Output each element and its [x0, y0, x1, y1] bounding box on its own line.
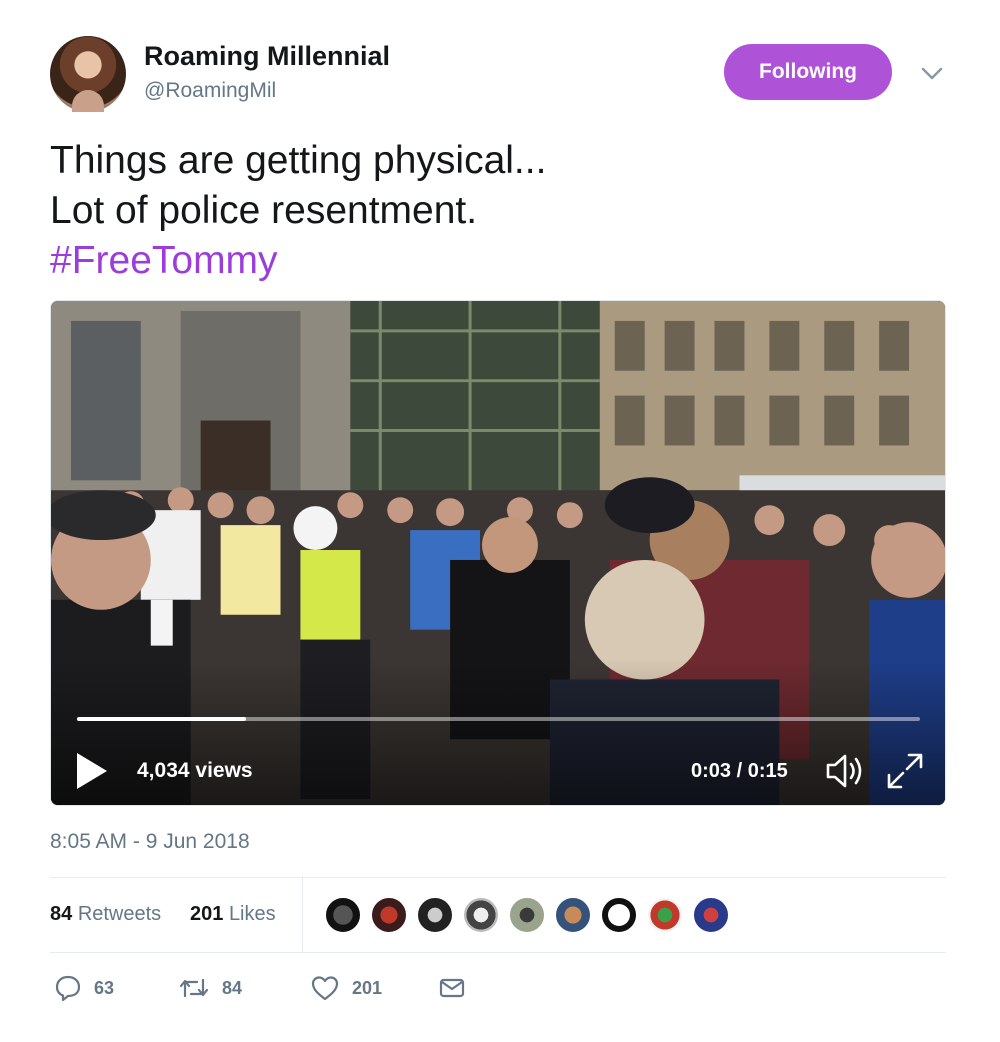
liker-avatar[interactable] — [416, 896, 454, 934]
retweet-count: 84 — [222, 977, 243, 998]
retweets-stat[interactable]: 84 Retweets — [50, 903, 161, 926]
likes-label: Likes — [228, 903, 276, 925]
like-count: 201 — [352, 977, 383, 998]
tweet-line-1: Things are getting physical... — [50, 139, 547, 182]
fullscreen-icon[interactable] — [885, 751, 925, 791]
liker-avatar[interactable] — [554, 896, 592, 934]
direct-message-button[interactable] — [438, 968, 466, 1008]
tweet-timestamp[interactable]: 8:05 AM - 9 Jun 2018 — [50, 830, 250, 854]
reply-count: 63 — [94, 977, 115, 998]
like-button[interactable]: 201 — [310, 968, 382, 1008]
volume-icon[interactable] — [825, 751, 867, 791]
liker-avatar[interactable] — [462, 896, 500, 934]
hashtag-link[interactable]: #FreeTommy — [50, 236, 950, 286]
video-progress-bar[interactable] — [77, 717, 920, 721]
divider — [50, 952, 946, 953]
video-time: 0:03 / 0:15 — [691, 760, 788, 782]
retweet-button[interactable]: 84 — [178, 968, 242, 1008]
liker-avatar[interactable] — [692, 896, 730, 934]
liker-avatar[interactable] — [324, 896, 362, 934]
heart-icon — [311, 976, 339, 1001]
tweet-header: Roaming Millennial @RoamingMil Following — [50, 36, 950, 116]
retweets-label: Retweets — [77, 903, 162, 925]
author-name[interactable]: Roaming Millennial — [144, 41, 390, 72]
video-frame — [51, 301, 945, 805]
video-progress-fill — [77, 717, 246, 721]
reply-icon — [55, 975, 81, 1002]
reply-button[interactable]: 63 — [54, 968, 114, 1008]
retweets-count: 84 — [50, 903, 73, 925]
tweet-text: Things are getting physical... Lot of po… — [50, 136, 950, 286]
author-avatar[interactable] — [50, 36, 126, 112]
envelope-icon — [439, 978, 465, 998]
tweet-stats: 84 Retweets 201 Likes — [50, 878, 946, 952]
view-count: 4,034 views — [137, 759, 253, 782]
likes-stat[interactable]: 201 Likes — [190, 903, 276, 926]
play-icon[interactable] — [75, 751, 109, 791]
retweet-icon — [179, 978, 209, 998]
liker-avatar[interactable] — [370, 896, 408, 934]
tweet-line-2: Lot of police resentment. — [50, 189, 478, 232]
following-button[interactable]: Following — [724, 44, 892, 100]
likes-count: 201 — [190, 903, 224, 925]
liker-avatar[interactable] — [508, 896, 546, 934]
stats-separator — [302, 878, 303, 952]
liker-avatar[interactable] — [646, 896, 684, 934]
tweet-actions: 63 84 201 — [50, 968, 946, 1008]
author-handle[interactable]: @RoamingMil — [144, 79, 276, 103]
video-player[interactable]: 4,034 views 0:03 / 0:15 — [50, 300, 946, 806]
chevron-down-icon[interactable] — [920, 62, 944, 86]
liker-avatar[interactable] — [600, 896, 638, 934]
